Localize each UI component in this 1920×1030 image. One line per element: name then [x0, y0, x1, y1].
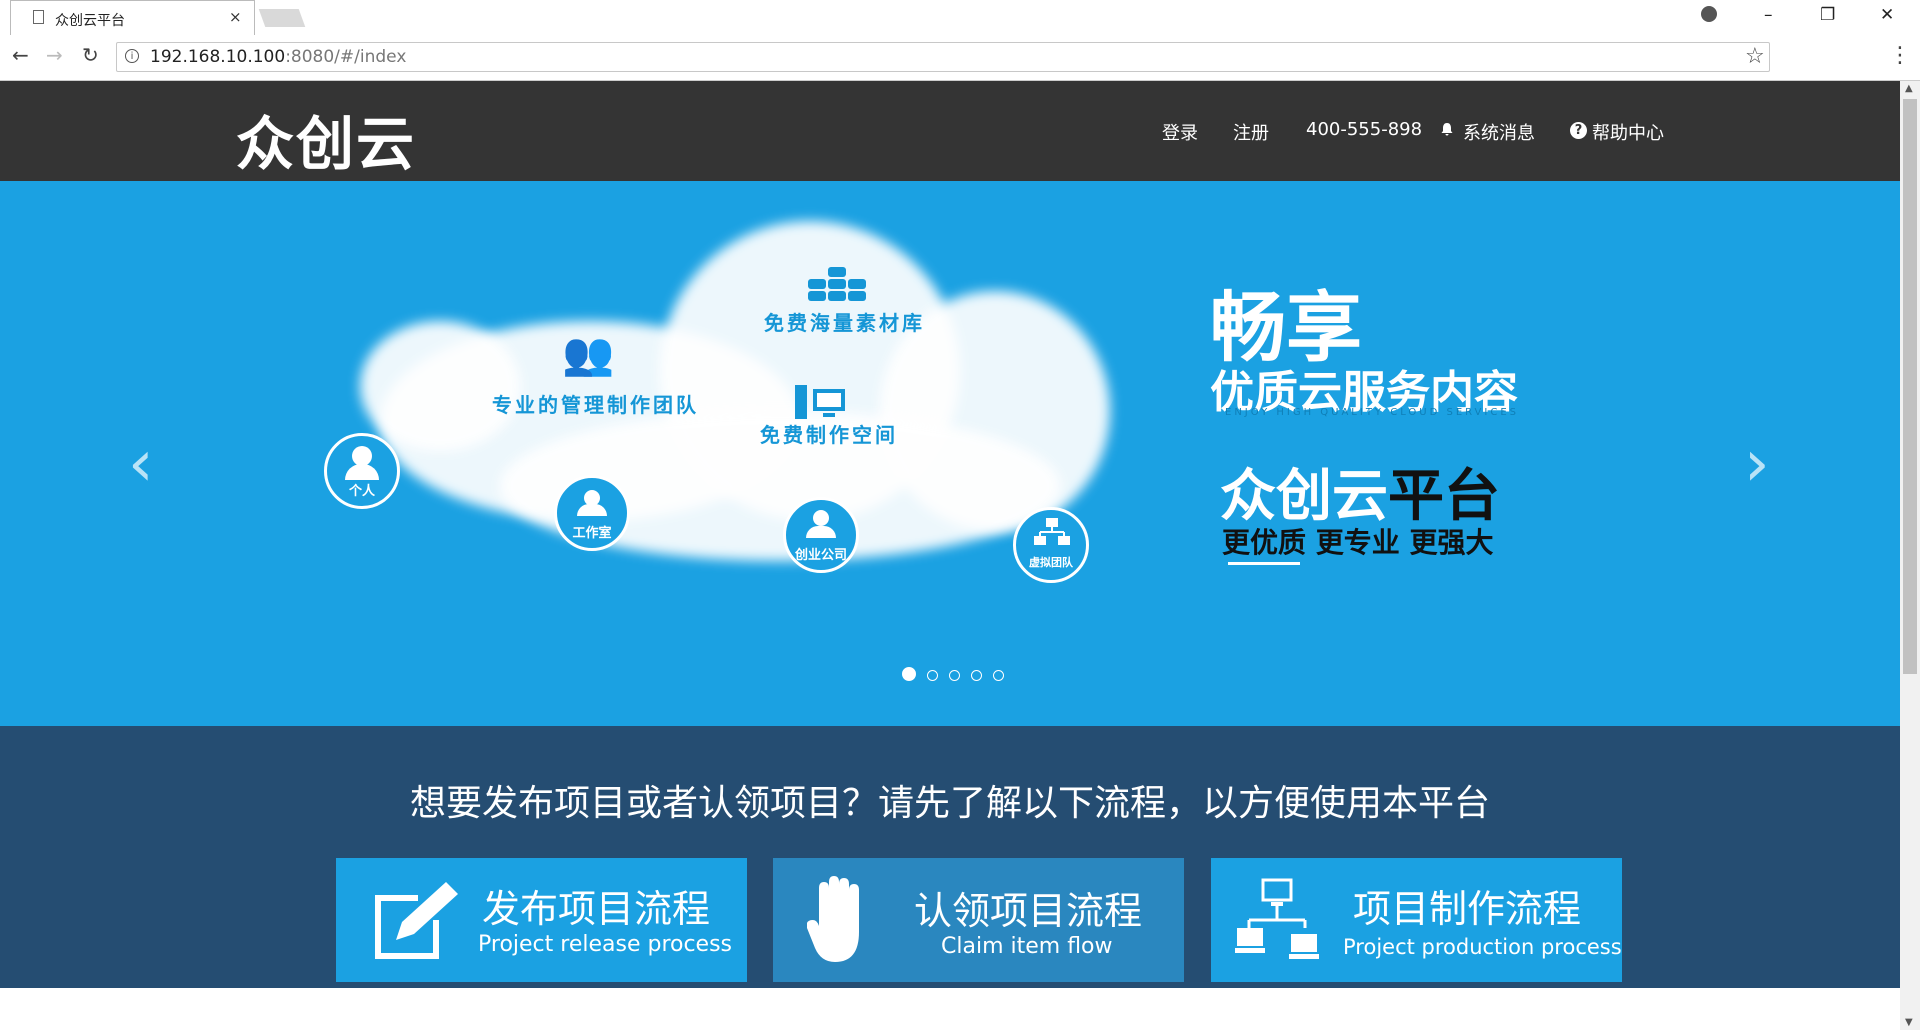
- headline-underline: [1228, 562, 1300, 565]
- circle-label: 工作室: [572, 526, 612, 541]
- card-production-process[interactable]: 项目制作流程 Project production process: [1211, 858, 1622, 982]
- profile-icon[interactable]: [1701, 6, 1717, 22]
- site-info-icon[interactable]: i: [125, 49, 139, 63]
- database-icon: [808, 259, 878, 305]
- circle-studio[interactable]: 工作室: [554, 475, 630, 551]
- edit-icon: [375, 882, 458, 959]
- carousel-next-button[interactable]: ›: [1744, 427, 1770, 501]
- tab-close-button[interactable]: ×: [229, 8, 242, 26]
- circle-virtual-team[interactable]: 虚拟团队: [1013, 507, 1089, 583]
- scroll-thumb[interactable]: [1903, 99, 1917, 674]
- group-body: [577, 504, 607, 516]
- card-claim-process[interactable]: 认领项目流程 Claim item flow: [773, 858, 1184, 982]
- person-body: [345, 464, 379, 480]
- scroll-up-icon[interactable]: ▲: [1905, 83, 1913, 94]
- carousel-dot[interactable]: [971, 670, 983, 681]
- card-subtitle: Project production process: [1343, 935, 1622, 959]
- card-title: 发布项目流程: [482, 887, 711, 931]
- nav-login[interactable]: 登录: [1162, 119, 1198, 145]
- headline-platform-white: 众创云: [1220, 464, 1388, 529]
- new-tab-button[interactable]: [258, 9, 306, 27]
- circle-label: 个人: [348, 484, 375, 499]
- site-logo[interactable]: 众创云: [236, 97, 416, 181]
- company-body: [806, 526, 836, 538]
- vertical-scrollbar[interactable]: ▲ ▼: [1900, 81, 1920, 1030]
- cloud-label-team: 专业的管理制作团队: [492, 393, 699, 417]
- network-icon: [1034, 518, 1070, 545]
- bell-icon: [1441, 123, 1453, 136]
- card-subtitle: Claim item flow: [941, 934, 1113, 959]
- cloud-label-space: 免费制作空间: [760, 423, 898, 447]
- process-title: 想要发布项目或者认领项目？请先了解以下流程，以方便使用本平台: [409, 783, 1490, 824]
- url-path: :8080/#/index: [285, 47, 407, 67]
- page-content: 众创云 登录 注册 400-555-898 系统消息 ? 帮助中心 ‹ › 免费…: [0, 81, 1900, 1030]
- carousel-dot[interactable]: [949, 670, 961, 681]
- page-icon: [33, 10, 44, 24]
- hero-carousel: ‹ › 免费海量素材库 👥 专业的管理制作团队 免费制作空间 个人 工作室 创业…: [0, 181, 1900, 726]
- person-icon: [352, 446, 372, 466]
- close-window-button[interactable]: ✕: [1880, 5, 1894, 25]
- cloud-shape: [360, 321, 520, 451]
- maximize-button[interactable]: ❐: [1820, 5, 1835, 25]
- card-title: 项目制作流程: [1353, 887, 1582, 931]
- carousel-dot[interactable]: [927, 670, 939, 681]
- cloud-label-materials: 免费海量素材库: [764, 311, 925, 335]
- browser-tab-bar: 众创云平台 × – ❐ ✕: [0, 0, 1920, 35]
- card-subtitle: Project release process: [478, 932, 733, 957]
- headline-platform: 众创云平台: [1220, 451, 1500, 532]
- team-icon: 👥: [562, 329, 615, 378]
- network-computers-icon: [1235, 878, 1319, 959]
- nav-messages[interactable]: 系统消息: [1463, 119, 1535, 145]
- circle-label: 创业公司: [794, 548, 847, 563]
- process-section: 想要发布项目或者认领项目？请先了解以下流程，以方便使用本平台 发布项目流程 Pr…: [0, 726, 1900, 1030]
- bookmark-star-icon[interactable]: ☆: [1745, 44, 1765, 69]
- address-toolbar: ← → ↻ i 192.168.10.100:8080/#/index ☆ ⋮: [0, 35, 1920, 81]
- url-input[interactable]: i 192.168.10.100:8080/#/index ☆: [116, 42, 1770, 72]
- circle-label: 虚拟团队: [1029, 556, 1073, 569]
- hand-icon: [807, 876, 859, 962]
- carousel-indicators: [902, 666, 1010, 685]
- page-footer-area: [0, 988, 1900, 1030]
- card-release-process[interactable]: 发布项目流程 Project release process: [336, 858, 747, 982]
- reload-icon[interactable]: ↻: [82, 43, 99, 67]
- carousel-prev-button[interactable]: ‹: [128, 427, 154, 501]
- card-title: 认领项目流程: [914, 889, 1143, 933]
- nav-help[interactable]: 帮助中心: [1592, 119, 1664, 145]
- tab-title: 众创云平台: [55, 13, 125, 29]
- forward-icon[interactable]: →: [46, 43, 63, 67]
- headline-english: ENJOY HIGH QUALITY CLOUD SERVICES: [1225, 407, 1519, 418]
- computer-icon: [795, 385, 845, 419]
- url-host: 192.168.10.100: [150, 47, 286, 67]
- back-icon[interactable]: ←: [12, 43, 29, 67]
- carousel-dot[interactable]: [993, 670, 1005, 681]
- minimize-button[interactable]: –: [1764, 5, 1773, 25]
- help-icon: ?: [1570, 122, 1587, 139]
- headline-platform-black: 平台: [1388, 464, 1500, 529]
- headline-slogan: 更优质 更专业 更强大: [1222, 526, 1494, 559]
- circle-startup[interactable]: 创业公司: [783, 497, 859, 573]
- browser-menu-icon[interactable]: ⋮: [1889, 43, 1911, 68]
- browser-tab[interactable]: 众创云平台 ×: [10, 0, 255, 35]
- site-header: 众创云 登录 注册 400-555-898 系统消息 ? 帮助中心: [0, 81, 1900, 181]
- company-icon: [813, 510, 829, 526]
- nav-phone: 400-555-898: [1306, 119, 1423, 140]
- url-text: 192.168.10.100:8080/#/index: [150, 47, 406, 67]
- carousel-dot[interactable]: [902, 667, 916, 681]
- nav-register[interactable]: 注册: [1233, 119, 1269, 145]
- scroll-down-icon[interactable]: ▼: [1905, 1017, 1913, 1028]
- circle-individual[interactable]: 个人: [324, 433, 400, 509]
